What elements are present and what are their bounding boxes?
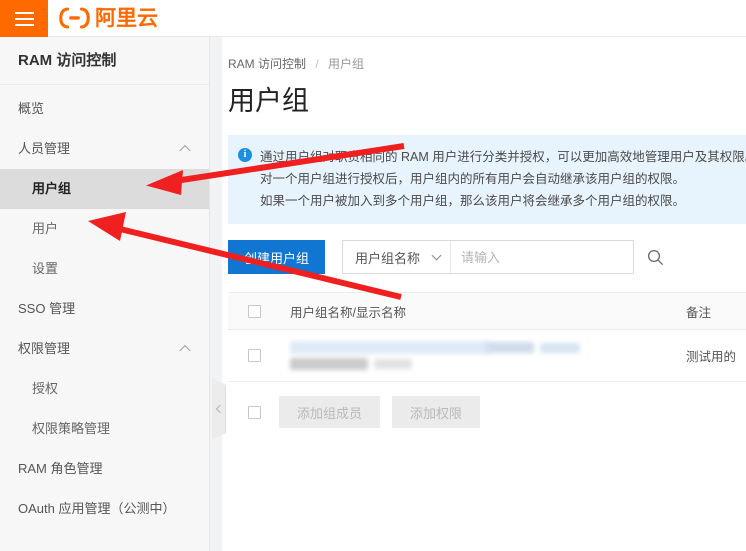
bulk-actions-bar: 添加组成员 添加权限 [228, 396, 746, 428]
breadcrumb-root[interactable]: RAM 访问控制 [228, 57, 306, 71]
sidebar-item-sso-management[interactable]: SSO 管理 [0, 289, 209, 329]
user-groups-table: 用户组名称/显示名称 备注 测试用的 [228, 292, 746, 382]
chevron-left-icon [215, 404, 224, 414]
search-box: 用户组名称 [342, 240, 663, 274]
chevron-up-icon [179, 344, 191, 357]
sidebar-item-users[interactable]: 用户 [0, 209, 209, 249]
select-all-checkbox[interactable] [247, 304, 261, 318]
chevron-down-icon [431, 250, 442, 260]
info-line: 通过用户组对职责相同的 RAM 用户进行分类并授权，可以更加高效地管理用户及其权… [260, 150, 746, 164]
page-title: 用户组 [228, 86, 309, 116]
info-banner-text: 通过用户组对职责相同的 RAM 用户进行分类并授权，可以更加高效地管理用户及其权… [260, 146, 746, 212]
brand-logo[interactable]: 阿里云 [59, 5, 158, 31]
sidebar-collapse-handle[interactable] [212, 378, 226, 440]
sidebar-item-policy-management[interactable]: 权限策略管理 [0, 409, 209, 449]
hamburger-icon[interactable] [0, 0, 48, 37]
add-group-member-button[interactable]: 添加组成员 [279, 396, 381, 428]
row-note: 测试用的 [686, 350, 737, 364]
sidebar-item-label: 人员管理 [18, 141, 71, 156]
table-header-row: 用户组名称/显示名称 备注 [228, 292, 746, 330]
sidebar-item-user-groups[interactable]: 用户组 [0, 169, 209, 209]
sidebar-title: RAM 访问控制 [0, 37, 209, 85]
sidebar-item-label: 用户 [32, 221, 59, 236]
sidebar-item-label: 设置 [32, 261, 59, 276]
sidebar-item-label: SSO 管理 [18, 301, 76, 316]
sidebar-item-label: RAM 角色管理 [18, 461, 103, 476]
hamburger-bars [14, 11, 34, 26]
breadcrumb-current: 用户组 [328, 57, 365, 71]
sidebar-item-label: 权限管理 [18, 341, 71, 356]
table-row[interactable]: 测试用的 [228, 330, 746, 382]
sidebar-group-personnel-management[interactable]: 人员管理 [0, 129, 209, 169]
sidebar-item-oauth-app-management[interactable]: OAuth 应用管理（公测中） [0, 489, 209, 529]
create-user-group-button[interactable]: 创建用户组 [228, 240, 326, 274]
sidebar-item-label: 用户组 [32, 181, 72, 196]
brand-name: 阿里云 [95, 6, 158, 30]
sidebar-item-settings[interactable]: 设置 [0, 249, 209, 289]
row-select-cell [228, 349, 280, 362]
redacted-group-name [290, 339, 580, 373]
sidebar-item-ram-role-management[interactable]: RAM 角色管理 [0, 449, 209, 489]
breadcrumb-separator: / [315, 57, 319, 71]
row-checkbox[interactable] [247, 349, 261, 362]
sidebar-item-label: 授权 [32, 381, 59, 396]
search-filter-label: 用户组名称 [355, 250, 421, 266]
info-line: 对一个用户组进行授权后，用户组内的所有用户会自动继承该用户组的权限。 [260, 172, 686, 186]
main-content: RAM 访问控制 / 用户组 用户组 i 通过用户组对职责相同的 RAM 用户进… [222, 37, 746, 551]
toolbar: 创建用户组 用户组名称 [228, 240, 746, 274]
info-line: 如果一个用户被加入到多个用户组，那么该用户将会继承多个用户组的权限。 [260, 194, 686, 208]
search-filter-select[interactable]: 用户组名称 [343, 241, 452, 273]
row-group-name [280, 339, 682, 373]
alibaba-cloud-logo-icon [59, 7, 90, 29]
sidebar-item-label: 概览 [18, 101, 45, 116]
select-all-cell [228, 304, 280, 318]
sidebar: RAM 访问控制 概览 人员管理 用户组 用户 设置 SSO 管理 权限管理 授… [0, 37, 210, 551]
search-input[interactable] [451, 241, 648, 273]
column-header-note: 备注 [686, 305, 712, 320]
chevron-up-icon [179, 144, 191, 157]
add-permission-button[interactable]: 添加权限 [392, 396, 481, 428]
sidebar-item-label: 权限策略管理 [32, 421, 111, 436]
info-banner: i 通过用户组对职责相同的 RAM 用户进行分类并授权，可以更加高效地管理用户及… [228, 135, 746, 224]
breadcrumb: RAM 访问控制 / 用户组 [222, 37, 746, 72]
info-circle-icon: i [238, 148, 252, 162]
column-header-name: 用户组名称/显示名称 [290, 305, 406, 320]
sidebar-group-permission-management[interactable]: 权限管理 [0, 329, 209, 369]
bulk-select-checkbox[interactable] [248, 405, 261, 419]
sidebar-nav: 概览 人员管理 用户组 用户 设置 SSO 管理 权限管理 授权 权限策略管理 [0, 85, 209, 529]
sidebar-item-label: OAuth 应用管理（公测中） [18, 501, 176, 516]
search-icon[interactable] [647, 241, 664, 273]
sidebar-item-grant-permission[interactable]: 授权 [0, 369, 209, 409]
sidebar-item-overview[interactable]: 概览 [0, 89, 209, 129]
top-bar: 阿里云 [0, 0, 746, 37]
